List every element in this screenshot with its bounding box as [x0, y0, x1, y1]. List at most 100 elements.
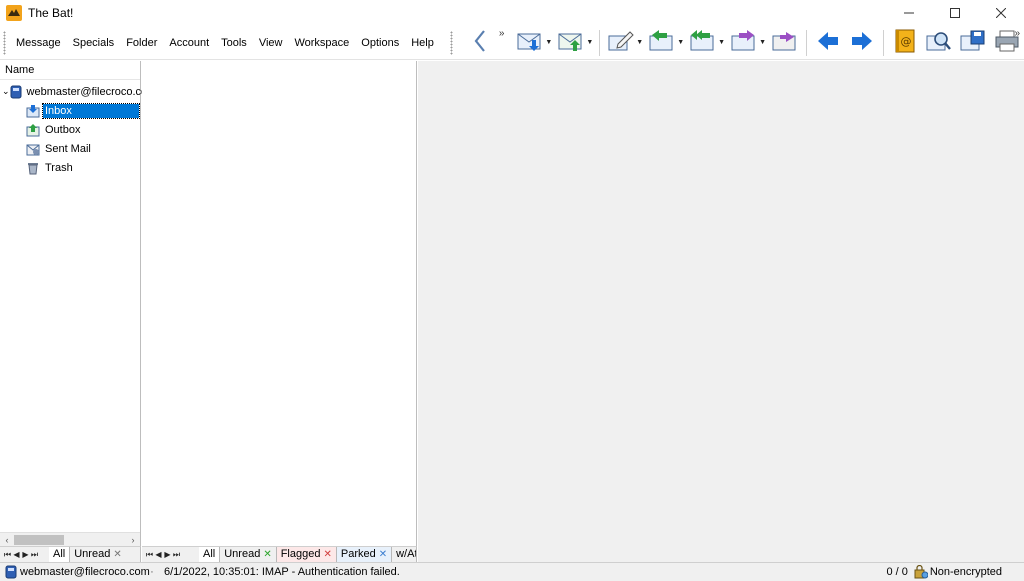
get-mail-button[interactable] [516, 29, 544, 57]
status-bar: webmaster@filecroco.com · 6/1/2022, 10:3… [0, 562, 1024, 581]
menu-account[interactable]: Account [163, 26, 215, 60]
scroll-left-icon[interactable]: ‹ [0, 535, 14, 545]
forward-dropdown-icon[interactable]: ▼ [759, 39, 766, 46]
tab-label: Flagged [280, 548, 321, 560]
tab-label: Parked [340, 548, 376, 560]
address-book-button[interactable]: @ [891, 29, 919, 57]
scrollbar-thumb[interactable] [14, 534, 64, 545]
back-button[interactable] [466, 29, 494, 57]
last-tab-icon[interactable]: ⏭ [172, 550, 181, 560]
folder-tab-all[interactable]: All [49, 547, 70, 562]
menu-bar: Message Specials Folder Account Tools Vi… [10, 26, 440, 60]
toolbar-overflow-right[interactable]: » [1014, 28, 1020, 39]
previous-tab-icon[interactable]: ◀ [12, 550, 21, 559]
maximize-button[interactable] [932, 0, 978, 26]
status-account-label: webmaster@filecroco.com [20, 566, 150, 578]
get-mail-dropdown-icon[interactable]: ▼ [545, 39, 552, 46]
new-message-button[interactable] [607, 29, 635, 57]
tab-label: w/At [396, 548, 417, 560]
previous-tab-icon[interactable]: ◀ [154, 550, 163, 559]
tab-with-attachments[interactable]: w/At [391, 547, 417, 562]
next-tab-icon[interactable]: ▶ [21, 550, 30, 559]
lock-icon [914, 564, 929, 579]
outbox-icon [26, 123, 40, 137]
back-icon [472, 29, 488, 56]
reply-button[interactable] [648, 29, 676, 57]
send-mail-dropdown-icon[interactable]: ▼ [586, 39, 593, 46]
find-button[interactable] [925, 29, 953, 57]
toolbar-grip[interactable] [449, 30, 453, 55]
status-account[interactable]: webmaster@filecroco.com [0, 565, 150, 579]
toolbar-overflow-left[interactable]: » [499, 28, 505, 39]
trash-icon [26, 161, 40, 175]
previous-message-icon [816, 30, 840, 55]
reply-dropdown-icon[interactable]: ▼ [677, 39, 684, 46]
new-message-icon [608, 30, 634, 55]
find-icon [926, 30, 952, 55]
menu-view[interactable]: View [253, 26, 289, 60]
send-mail-icon [558, 30, 584, 55]
send-mail-button[interactable] [557, 29, 585, 57]
folder-outbox[interactable]: Outbox [0, 120, 140, 139]
menu-specials[interactable]: Specials [67, 26, 121, 60]
message-count: 0 / 0 [886, 566, 908, 578]
folder-column-header[interactable]: Name [0, 61, 140, 80]
tab-parked[interactable]: Parked ✕ [335, 547, 392, 562]
menu-tools[interactable]: Tools [215, 26, 253, 60]
new-message-dropdown-icon[interactable]: ▼ [636, 39, 643, 46]
first-tab-icon[interactable]: ⏮ [3, 550, 12, 560]
folder-label: Sent Mail [45, 142, 91, 155]
first-tab-icon[interactable]: ⏮ [145, 550, 154, 560]
menu-workspace[interactable]: Workspace [288, 26, 355, 60]
previous-message-button[interactable] [814, 29, 842, 57]
reply-all-dropdown-icon[interactable]: ▼ [718, 39, 725, 46]
next-message-button[interactable] [848, 29, 876, 57]
encryption-status[interactable]: Non-encrypted [914, 564, 1002, 579]
toolbar-separator [883, 29, 884, 56]
svg-text:@: @ [901, 35, 912, 48]
menubar-grip[interactable] [3, 30, 6, 55]
folder-sent-mail[interactable]: Sent Mail [0, 139, 140, 158]
menu-help[interactable]: Help [405, 26, 440, 60]
last-tab-icon[interactable]: ⏭ [30, 550, 39, 560]
tab-unread[interactable]: Unread ✕ [219, 547, 275, 562]
next-tab-icon[interactable]: ▶ [163, 550, 172, 559]
close-icon[interactable]: ✕ [323, 547, 331, 562]
message-list-panel[interactable] [142, 61, 417, 546]
close-button[interactable] [978, 0, 1024, 26]
forward-button[interactable] [730, 29, 758, 57]
tab-label: Unread [224, 548, 261, 560]
folder-inbox[interactable]: Inbox [0, 101, 140, 120]
menu-options[interactable]: Options [355, 26, 405, 60]
close-icon[interactable]: ✕ [263, 547, 271, 562]
folder-tree: ⌄ webmaster@filecroco.co Inbox Outbox Se… [0, 80, 147, 177]
tab-label: Unread [74, 548, 111, 560]
toolbar-separator [806, 29, 807, 56]
chevron-down-icon[interactable]: ⌄ [2, 86, 10, 97]
folder-label: Inbox [42, 102, 140, 119]
folder-trash[interactable]: Trash [0, 158, 140, 177]
close-icon[interactable]: ✕ [379, 547, 387, 562]
window-title: The Bat! [28, 6, 74, 20]
save-button[interactable] [959, 29, 987, 57]
reply-all-button[interactable] [689, 29, 717, 57]
get-mail-icon [517, 30, 543, 55]
folder-horizontal-scrollbar[interactable]: ‹ › [0, 532, 140, 546]
account-label: webmaster@filecroco.co [26, 85, 148, 98]
tab-all[interactable]: All [199, 547, 220, 562]
tab-flagged[interactable]: Flagged ✕ [275, 547, 336, 562]
menu-message[interactable]: Message [10, 26, 67, 60]
message-preview-panel[interactable] [418, 61, 1024, 562]
menu-toolbar-row: Message Specials Folder Account Tools Vi… [0, 26, 1024, 60]
scroll-right-icon[interactable]: › [126, 535, 140, 545]
folder-tab-unread[interactable]: Unread ✕ [69, 547, 125, 562]
minimize-button[interactable] [886, 0, 932, 26]
account-node[interactable]: ⌄ webmaster@filecroco.co [0, 82, 147, 101]
menu-folder[interactable]: Folder [120, 26, 163, 60]
tab-label: All [53, 548, 66, 560]
redirect-button[interactable] [771, 29, 799, 57]
redirect-icon [772, 30, 798, 55]
address-book-icon: @ [894, 29, 916, 56]
save-icon [960, 30, 986, 55]
close-icon[interactable]: ✕ [113, 547, 121, 562]
